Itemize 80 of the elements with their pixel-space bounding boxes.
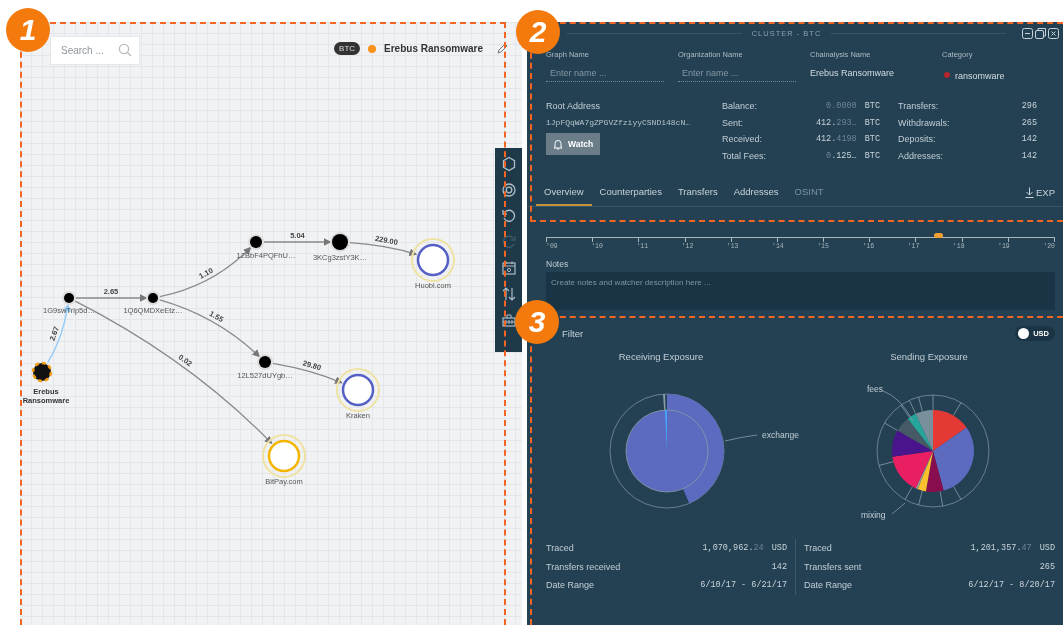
target-icon[interactable] [500, 182, 517, 198]
tab[interactable]: Counterparties [591, 178, 670, 206]
minimize-icon[interactable] [1022, 27, 1033, 39]
summary-value: 265 [1039, 561, 1055, 572]
stat-value: 142 [1021, 150, 1037, 161]
search-icon [118, 43, 132, 57]
leader-line [882, 390, 914, 422]
stat-value: 0.125… BTC [826, 150, 880, 161]
toolbox-icon[interactable] [500, 312, 517, 328]
restore-icon[interactable] [1035, 27, 1046, 39]
field-value: Erebus Ransomware [810, 67, 895, 78]
bell-icon [552, 138, 564, 150]
root-address: 1JpFQqWA7gZPGVZfziyyCSND148cN… [546, 116, 692, 129]
stat-label: Sent: [722, 117, 743, 128]
close-icon[interactable] [1048, 27, 1059, 39]
leader-line [724, 434, 758, 442]
chart-label: fees [867, 384, 884, 394]
summary-value: 6/12/17 - 8/20/17 [968, 580, 1055, 591]
stat-label: Addresses: [898, 150, 944, 161]
chart-title: Receiving Exposure [617, 351, 705, 364]
stat-value: 412.293… BTC [815, 117, 880, 128]
summary-value: 142 [771, 561, 787, 572]
pencil-icon[interactable] [497, 43, 508, 54]
merchant-node[interactable] [262, 434, 306, 478]
tab[interactable]: Addresses [725, 178, 787, 206]
summary-label: Traced [546, 543, 574, 554]
address-node[interactable] [257, 354, 273, 370]
watch-button[interactable]: Watch [546, 133, 600, 155]
timeline-handle[interactable] [933, 233, 943, 238]
hexagon-icon[interactable] [500, 156, 517, 172]
entity-name: Erebus Ransomware [384, 43, 483, 54]
summary-label: Transfers received [546, 561, 621, 572]
search-field[interactable]: Search ... [50, 36, 140, 65]
callout-number: 1 [6, 8, 50, 52]
stat-value: 142 [1021, 134, 1037, 145]
name-field[interactable]: Enter name ... [546, 65, 664, 82]
notes-field[interactable]: Create notes and watcher description here ... [546, 272, 1055, 310]
exchange-node[interactable] [411, 238, 455, 282]
calendar-icon[interactable] [500, 260, 517, 276]
edge-arrow [263, 238, 332, 246]
stat-label: Balance: [722, 101, 758, 112]
download-icon [1025, 186, 1034, 198]
chart-title: Sending Exposure [889, 351, 969, 364]
summary-label: Date Range [546, 580, 595, 591]
filter-button[interactable]: Filter [562, 328, 584, 339]
export-button[interactable]: EXP [1025, 178, 1055, 206]
chart-label: exchange [762, 430, 799, 440]
stat-label: Transfers: [898, 101, 939, 112]
address-node[interactable] [248, 234, 264, 250]
currency-badge: BTC [334, 42, 361, 55]
status-dot [368, 44, 377, 53]
address-node[interactable] [62, 291, 76, 305]
tab[interactable]: Transfers [669, 178, 726, 206]
summary-value: 1,201,357.47 USD [970, 543, 1055, 554]
stat-label: Received: [722, 134, 763, 145]
stat-label: Withdrawals: [898, 117, 950, 128]
stat-value: 296 [1021, 101, 1037, 112]
address-node[interactable] [330, 232, 350, 252]
tab[interactable]: Overview [536, 178, 592, 206]
stat-value: 412.4198 BTC [815, 134, 880, 145]
chart-label: mixing [861, 510, 886, 520]
field-label: Root Address [546, 101, 601, 112]
summary-label: Date Range [804, 580, 853, 591]
swap-arrows-icon[interactable] [500, 286, 517, 302]
name-field[interactable]: Enter name ... [678, 65, 796, 82]
undo-icon[interactable] [500, 208, 517, 224]
leader-line [891, 502, 906, 515]
source-node[interactable] [31, 361, 53, 383]
summary-label: Traced [804, 543, 832, 554]
stat-label: Deposits: [898, 134, 936, 145]
stat-label: Total Fees: [722, 150, 767, 161]
address-node[interactable] [146, 291, 160, 305]
summary-label: Transfers sent [804, 561, 862, 572]
summary-value: 1,070,962.24 USD [702, 543, 787, 554]
exchange-node[interactable] [336, 368, 380, 412]
category-value: ransomware [955, 70, 1005, 81]
stat-value: 265 [1021, 117, 1037, 128]
notes-label: Notes [546, 259, 570, 269]
stat-value: 0.0000 BTC [826, 101, 880, 112]
summary-value: 6/10/17 - 6/21/17 [700, 580, 787, 591]
